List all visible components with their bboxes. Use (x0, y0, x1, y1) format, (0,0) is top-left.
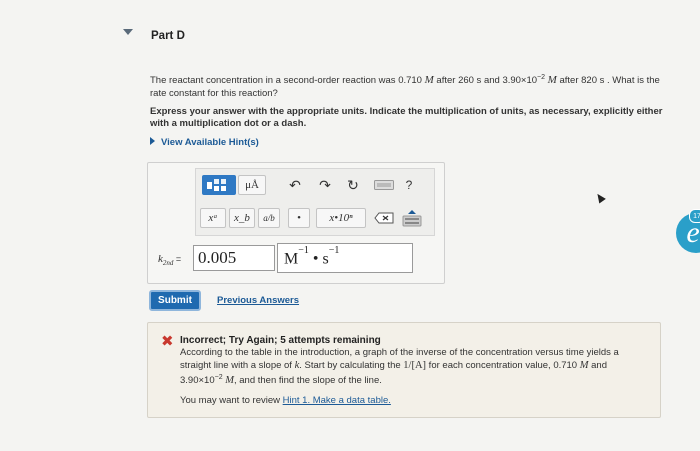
question-text: The reactant concentration in a second-o… (150, 74, 660, 99)
equation-toolbar: μÅ ↶ ↷ ↻ ? xᵃ x_b a/b • x•10ⁿ (195, 168, 435, 236)
reset-icon[interactable]: ↻ (344, 175, 362, 195)
answer-value-input[interactable]: 0.005 (193, 245, 275, 271)
view-hints-link[interactable]: View Available Hint(s) (150, 137, 259, 148)
notification-count-badge: 17 (689, 209, 700, 223)
keyboard-icon[interactable] (400, 208, 424, 228)
part-title: Part D (151, 30, 185, 42)
undo-icon[interactable]: ↶ (286, 175, 304, 195)
scientific-notation-button[interactable]: x•10ⁿ (316, 208, 366, 228)
submit-button[interactable]: Submit (149, 290, 201, 311)
subscript-button[interactable]: x_b (229, 208, 255, 228)
backspace-icon[interactable] (372, 210, 396, 226)
multiplication-dot-button[interactable]: • (288, 208, 310, 228)
keyboard-shortcuts-icon[interactable] (372, 178, 396, 192)
hint-1-link[interactable]: Hint 1. Make a data table. (283, 395, 391, 406)
feedback-text: According to the table in the introducti… (180, 347, 619, 387)
help-icon[interactable]: ? (400, 175, 418, 195)
feedback-title: Incorrect; Try Again; 5 attempts remaini… (180, 335, 381, 346)
incorrect-x-icon: ✖ (161, 333, 174, 350)
answer-units-input[interactable]: M−1 • s−1 (277, 243, 413, 273)
review-hint-line: You may want to review Hint 1. Make a da… (180, 395, 391, 406)
symbols-units-button[interactable]: μÅ (238, 175, 266, 195)
answer-instructions: Express your answer with the appropriate… (150, 106, 663, 129)
expand-triangle-icon (150, 137, 155, 145)
mouse-cursor-icon (594, 191, 606, 204)
superscript-button[interactable]: xᵃ (200, 208, 226, 228)
collapse-triangle-icon[interactable] (123, 29, 133, 35)
templates-icon (207, 179, 226, 191)
answer-variable-label: k2nd = (158, 253, 182, 268)
previous-answers-link[interactable]: Previous Answers (217, 295, 299, 306)
templates-button[interactable] (202, 175, 236, 195)
fraction-button[interactable]: a/b (258, 208, 280, 228)
redo-icon[interactable]: ↷ (316, 175, 334, 195)
